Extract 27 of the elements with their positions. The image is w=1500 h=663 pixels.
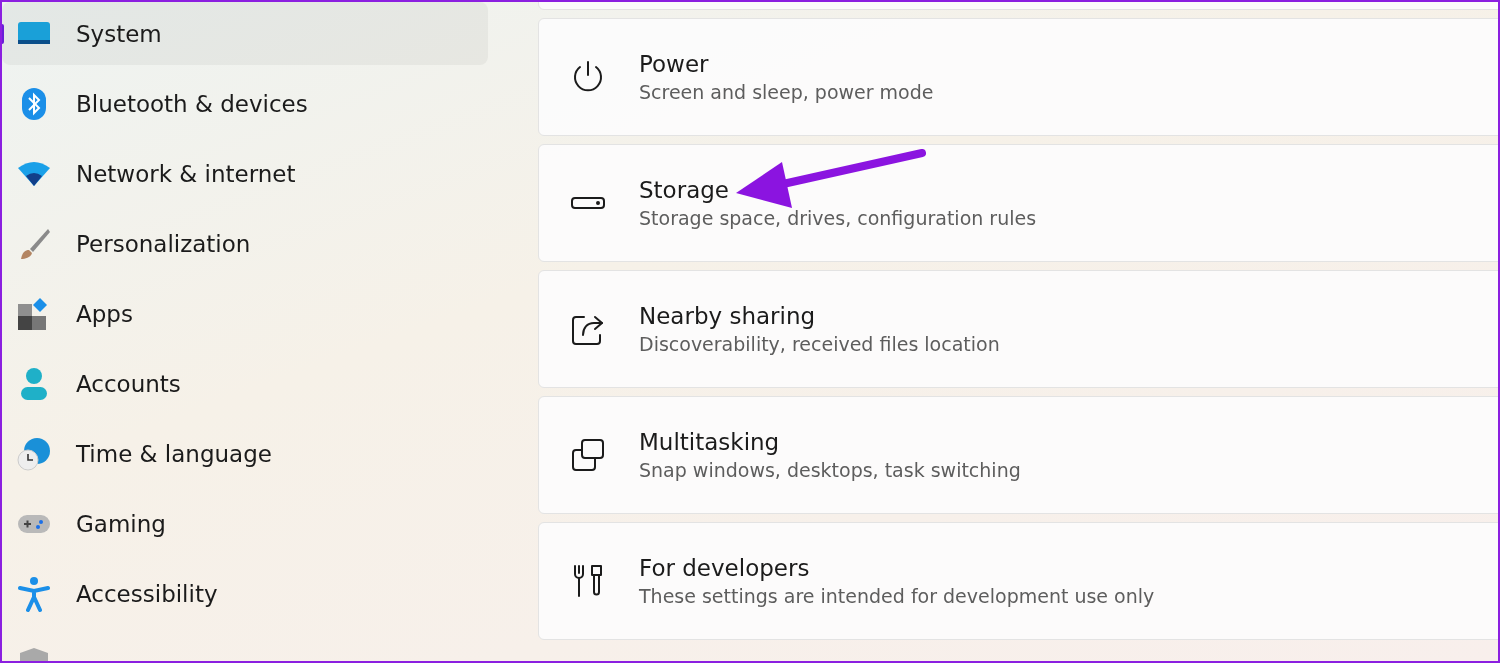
settings-card[interactable]: For developers These settings are intended for development use only bbox=[538, 522, 1498, 640]
setting-description: Snap windows, desktops, task switching bbox=[639, 459, 1021, 481]
sidebar-item[interactable]: Bluetooth & devices bbox=[2, 72, 488, 135]
sidebar-item[interactable]: Gaming bbox=[2, 492, 488, 555]
setting-title: Storage bbox=[639, 177, 730, 203]
setting-title: For developers bbox=[639, 555, 811, 581]
accessibility-icon bbox=[16, 575, 52, 612]
setting-description: Screen and sleep, power mode bbox=[639, 81, 934, 103]
sidebar-item[interactable]: Accessibility bbox=[2, 562, 488, 625]
sidebar-item[interactable]: Time & language bbox=[2, 422, 488, 485]
setting-title: Nearby sharing bbox=[639, 303, 817, 329]
settings-card[interactable]: Storage Storage space, drives, configuration rules bbox=[538, 144, 1498, 262]
settings-card[interactable]: Nearby sharing Discoverability, received files location bbox=[538, 270, 1498, 388]
windows-icon bbox=[570, 437, 606, 473]
setting-title: Power bbox=[639, 51, 710, 77]
setting-description: These settings are intended for development use only bbox=[639, 585, 1155, 607]
sidebar-item[interactable]: Network & internet bbox=[2, 142, 488, 205]
sidebar-item[interactable]: Personalization bbox=[2, 212, 488, 275]
setting-description: Discoverability, received files location bbox=[639, 333, 1000, 355]
setting-description: Storage space, drives, configuration rules bbox=[639, 207, 1037, 229]
sidebar-item[interactable]: Accounts bbox=[2, 352, 488, 415]
setting-title: Multitasking bbox=[639, 429, 781, 455]
settings-card[interactable]: Multitasking Snap windows, desktops, task switching bbox=[538, 396, 1498, 514]
sidebar-item[interactable]: System bbox=[2, 2, 488, 65]
globe-clock-icon bbox=[16, 435, 52, 472]
settings-card[interactable]: Power Screen and sleep, power mode bbox=[538, 18, 1498, 136]
sidebar-item[interactable]: Apps bbox=[2, 282, 488, 345]
